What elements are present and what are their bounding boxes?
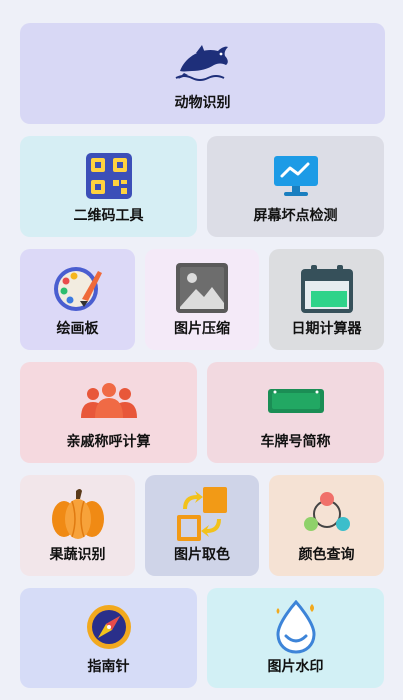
tile-label: 图片水印 xyxy=(267,659,324,675)
dolphin-icon xyxy=(174,41,232,83)
tile-label: 指南针 xyxy=(87,659,130,675)
image-icon xyxy=(174,261,230,315)
tile-label: 日期计算器 xyxy=(291,321,362,337)
tile-dead-pixel-check[interactable]: 屏幕坏点检测 xyxy=(207,136,384,237)
tile-label: 车牌号简称 xyxy=(260,434,331,450)
tile-label: 图片压缩 xyxy=(174,321,230,337)
tile-label: 亲戚称呼计算 xyxy=(66,434,151,450)
palette-icon xyxy=(52,263,104,313)
tile-drawing-board[interactable]: 绘画板 xyxy=(20,249,135,350)
tile-relative-title-calculator[interactable]: 亲戚称呼计算 xyxy=(20,362,197,463)
tile-label: 屏幕坏点检测 xyxy=(253,208,338,224)
license-plate-icon xyxy=(267,388,325,414)
tile-label: 动物识别 xyxy=(174,95,231,111)
monitor-icon xyxy=(272,154,320,198)
tile-label: 绘画板 xyxy=(56,321,99,337)
tile-image-watermark[interactable]: 图片水印 xyxy=(207,588,384,688)
tile-image-compress[interactable]: 图片压缩 xyxy=(145,249,259,350)
tile-label: 果蔬识别 xyxy=(49,547,106,563)
calendar-icon xyxy=(299,263,355,315)
tile-animal-recognition[interactable]: 动物识别 xyxy=(20,23,385,124)
tile-label: 图片取色 xyxy=(174,547,230,563)
tile-label: 二维码工具 xyxy=(73,208,144,224)
color-picker-icon xyxy=(173,485,231,543)
tile-qr-code-tool[interactable]: 二维码工具 xyxy=(20,136,197,237)
tile-color-lookup[interactable]: 颜色查询 xyxy=(269,475,384,576)
qr-code-icon xyxy=(85,152,133,200)
tile-image-color-pick[interactable]: 图片取色 xyxy=(145,475,259,576)
pumpkin-icon xyxy=(50,487,106,541)
tile-compass[interactable]: 指南针 xyxy=(20,588,197,688)
tile-date-calculator[interactable]: 日期计算器 xyxy=(269,249,384,350)
water-drop-icon xyxy=(272,600,320,654)
compass-icon xyxy=(84,602,134,652)
tile-label: 颜色查询 xyxy=(298,547,355,563)
tile-license-plate[interactable]: 车牌号简称 xyxy=(207,362,384,463)
tile-fruit-vegetable-recognition[interactable]: 果蔬识别 xyxy=(20,475,135,576)
color-nodes-icon xyxy=(302,491,352,535)
people-icon xyxy=(79,380,139,420)
